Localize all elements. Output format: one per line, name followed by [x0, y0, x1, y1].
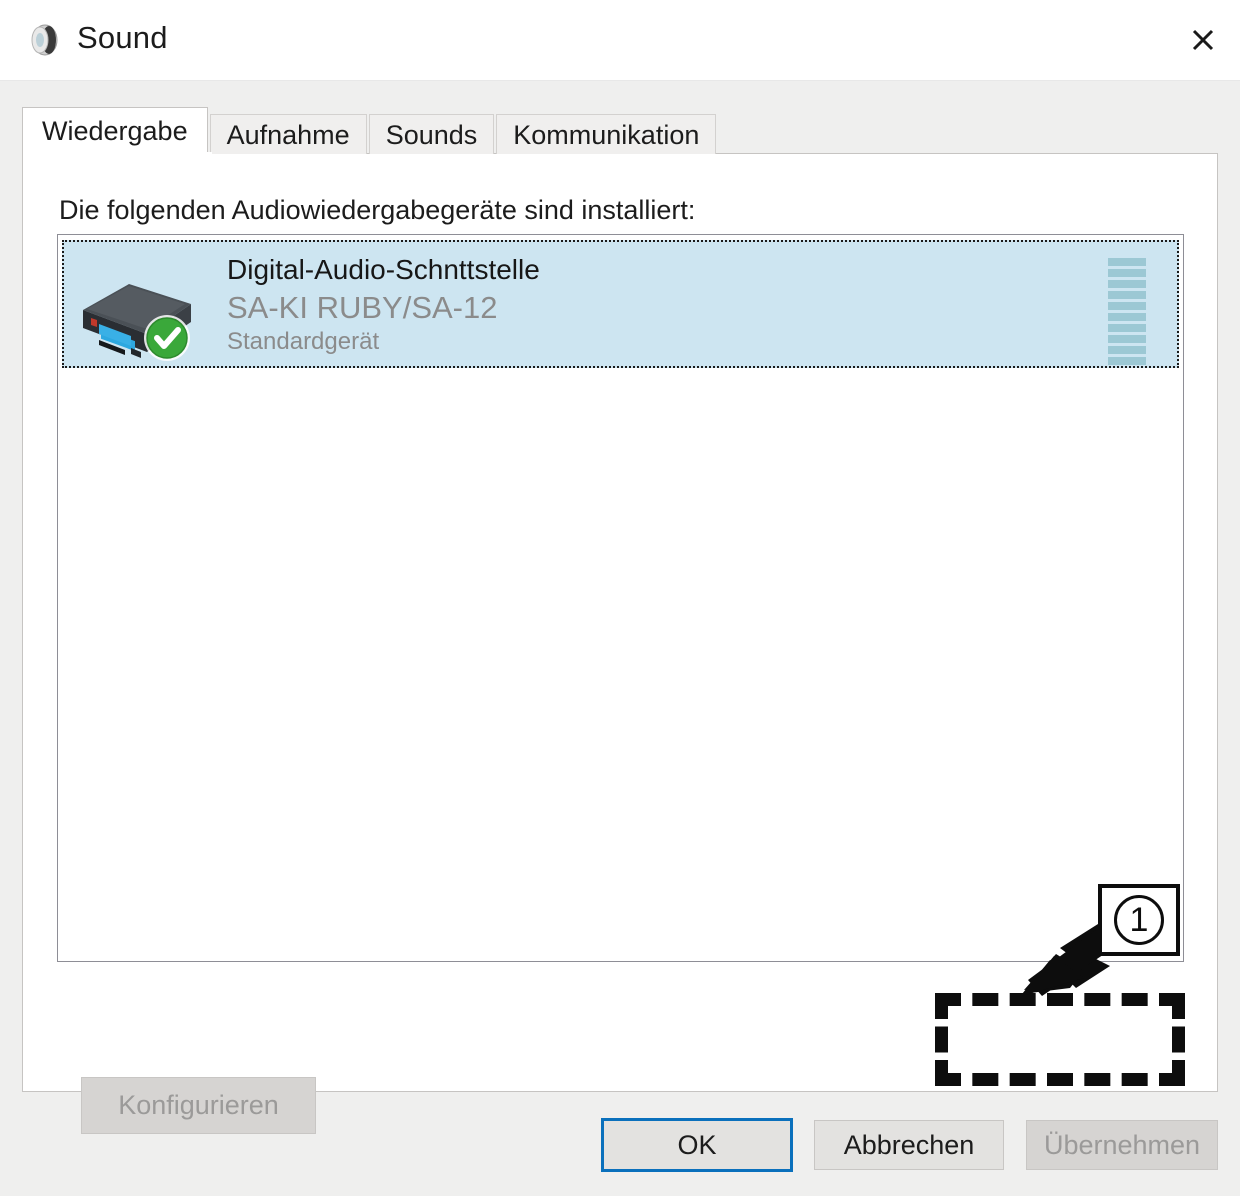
- apply-button[interactable]: Übernehmen: [1026, 1120, 1218, 1170]
- configure-button[interactable]: Konfigurieren: [81, 1077, 316, 1134]
- meter-bar: [1108, 269, 1146, 277]
- close-icon[interactable]: [1166, 0, 1240, 80]
- device-list[interactable]: Digital-Audio-Schnttstelle SA-KI RUBY/SA…: [57, 234, 1184, 962]
- cancel-button[interactable]: Abbrechen: [814, 1120, 1004, 1170]
- window-title: Sound: [77, 20, 168, 55]
- tab-panel-wiedergabe: Die folgenden Audiowiedergabegeräte sind…: [22, 153, 1218, 1134]
- av-receiver-icon: [77, 262, 197, 362]
- sound-dialog-window: Sound Wiedergabe Aufnahme Sounds Kommuni…: [0, 0, 1240, 1196]
- tab-aufnahme[interactable]: Aufnahme: [209, 114, 367, 154]
- meter-bar: [1108, 313, 1146, 321]
- intro-label: Die folgenden Audiowiedergabegeräte sind…: [59, 195, 696, 225]
- meter-bar: [1108, 258, 1146, 266]
- meter-bar: [1108, 346, 1146, 354]
- speaker-icon: [27, 22, 63, 58]
- meter-bar: [1108, 335, 1146, 343]
- tab-strip: Wiedergabe Aufnahme Sounds Kommunikation: [22, 107, 718, 154]
- title-bar: Sound: [0, 0, 1240, 81]
- meter-bar: [1108, 357, 1146, 365]
- list-item[interactable]: Digital-Audio-Schnttstelle SA-KI RUBY/SA…: [62, 240, 1179, 368]
- annotation-number: 1: [1114, 895, 1164, 945]
- device-model: SA-KI RUBY/SA-12: [227, 290, 498, 325]
- volume-meter: [1108, 258, 1146, 365]
- meter-bar: [1108, 302, 1146, 310]
- device-status: Standardgerät: [227, 328, 380, 355]
- ok-button[interactable]: OK: [601, 1118, 793, 1172]
- meter-bar: [1108, 324, 1146, 332]
- device-name: Digital-Audio-Schnttstelle: [227, 254, 540, 285]
- annotation-badge: 1: [1098, 884, 1180, 956]
- tab-sounds[interactable]: Sounds: [368, 114, 495, 154]
- tab-wiedergabe[interactable]: Wiedergabe: [22, 107, 208, 154]
- meter-bar: [1108, 280, 1146, 288]
- tab-panel-seam: [23, 152, 212, 155]
- tab-kommunikation[interactable]: Kommunikation: [496, 114, 717, 154]
- meter-bar: [1108, 291, 1146, 299]
- dialog-body: Wiedergabe Aufnahme Sounds Kommunikation…: [0, 81, 1240, 1196]
